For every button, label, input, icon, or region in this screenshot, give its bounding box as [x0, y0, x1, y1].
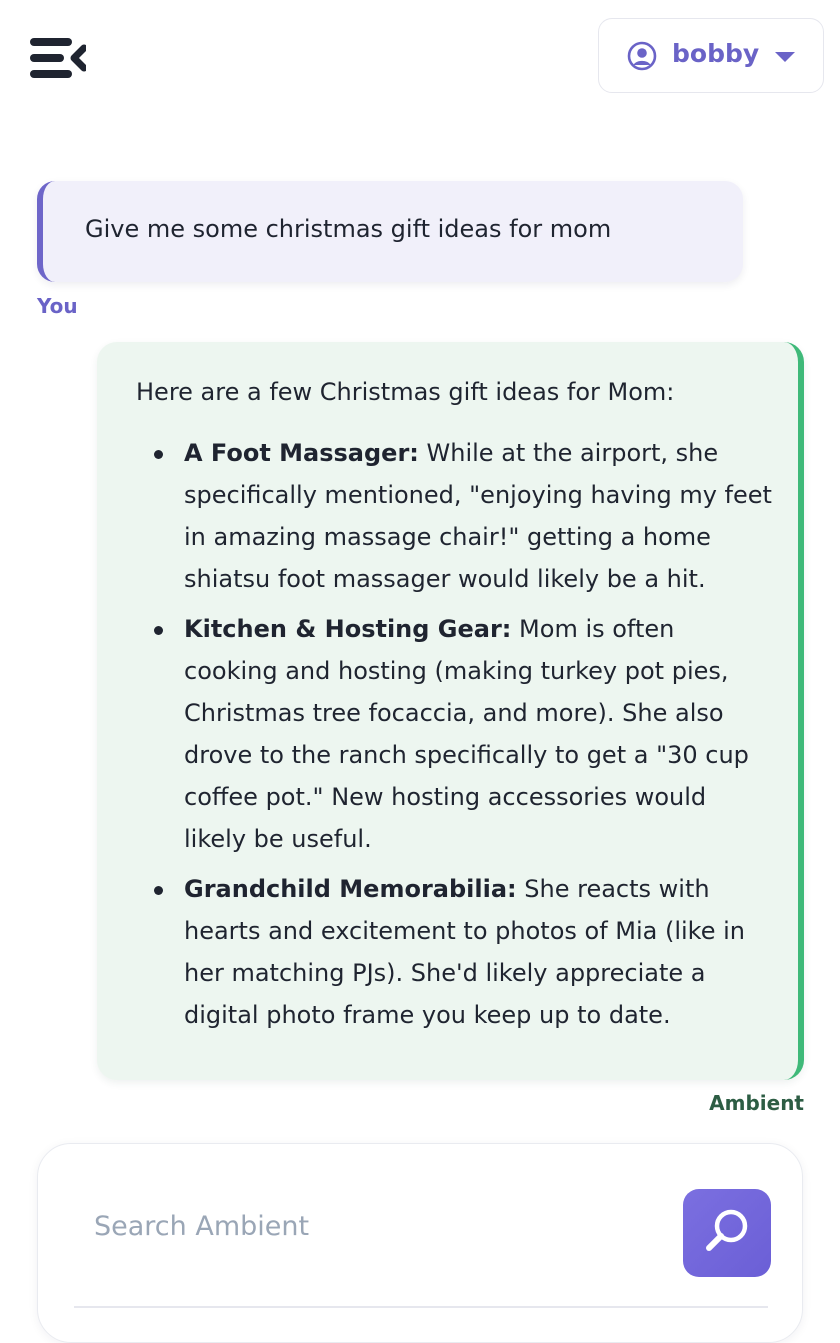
- username: bobby: [672, 39, 760, 68]
- list-item-title: A Foot Massager:: [184, 439, 419, 467]
- gift-ideas-list: A Foot Massager: While at the airport, s…: [154, 432, 774, 1044]
- user-circle-icon: [627, 41, 657, 71]
- top-bar: bobby: [0, 0, 840, 120]
- search-icon: [701, 1205, 753, 1261]
- search-input[interactable]: [94, 1202, 654, 1250]
- search-panel: [37, 1143, 803, 1343]
- list-item-title: Grandchild Memorabilia:: [184, 875, 517, 903]
- list-item-body: Mom is often cooking and hosting (making…: [184, 615, 749, 853]
- divider: [74, 1306, 768, 1308]
- list-item: Grandchild Memorabilia: She reacts with …: [154, 868, 774, 1036]
- chevron-down-icon: [775, 52, 795, 62]
- list-item-title: Kitchen & Hosting Gear:: [184, 615, 512, 643]
- list-item: A Foot Massager: While at the airport, s…: [154, 432, 774, 600]
- user-message-text: Give me some christmas gift ideas for mo…: [85, 215, 612, 243]
- user-message-bubble: Give me some christmas gift ideas for mo…: [37, 181, 743, 282]
- assistant-sender-label: Ambient: [709, 1091, 804, 1115]
- assistant-message-bubble: Here are a few Christmas gift ideas for …: [97, 342, 804, 1080]
- list-item: Kitchen & Hosting Gear: Mom is often coo…: [154, 608, 774, 860]
- search-button[interactable]: [683, 1189, 771, 1277]
- collapse-menu-icon[interactable]: [30, 36, 90, 82]
- user-sender-label: You: [37, 294, 78, 318]
- assistant-intro-text: Here are a few Christmas gift ideas for …: [136, 378, 675, 406]
- user-menu-button[interactable]: bobby: [598, 18, 824, 93]
